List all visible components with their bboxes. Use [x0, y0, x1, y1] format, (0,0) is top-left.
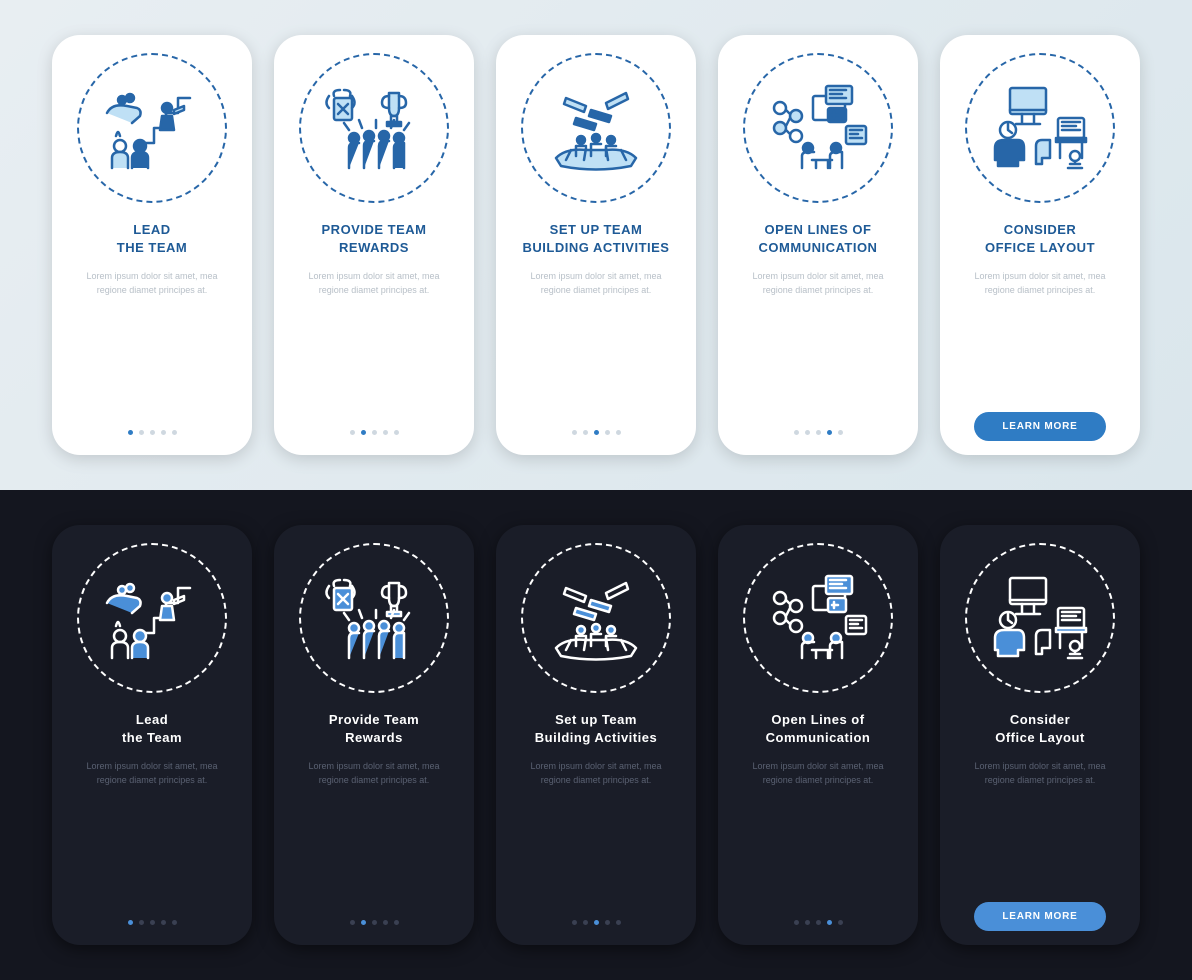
dot[interactable] — [161, 920, 166, 925]
light-theme-section: LEAD THE TEAM Lorem ipsum dolor sit amet… — [0, 0, 1192, 490]
dot[interactable] — [150, 920, 155, 925]
dot-active[interactable] — [594, 920, 599, 925]
screen-title: Open Lines of Communication — [766, 711, 871, 746]
dot[interactable] — [816, 430, 821, 435]
screen-description: Lorem ipsum dolor sit amet, mea regione … — [288, 270, 460, 297]
dot[interactable] — [583, 920, 588, 925]
dot[interactable] — [838, 920, 843, 925]
dot[interactable] — [150, 430, 155, 435]
pagination-dots — [128, 920, 177, 925]
lead-team-icon — [77, 543, 227, 693]
dot[interactable] — [350, 920, 355, 925]
screen-description: Lorem ipsum dolor sit amet, mea regione … — [732, 270, 904, 297]
dot-active[interactable] — [827, 920, 832, 925]
office-layout-icon — [965, 53, 1115, 203]
screen-description: Lorem ipsum dolor sit amet, mea regione … — [288, 760, 460, 787]
onboarding-screen-1: LEAD THE TEAM Lorem ipsum dolor sit amet… — [52, 35, 252, 455]
dot[interactable] — [583, 430, 588, 435]
communication-icon — [743, 53, 893, 203]
learn-more-button[interactable]: LEARN MORE — [974, 412, 1105, 441]
onboarding-screen-3: Set up Team Building Activities Lorem ip… — [496, 525, 696, 945]
screen-title: Consider Office Layout — [995, 711, 1085, 746]
lead-team-icon — [77, 53, 227, 203]
screen-description: Lorem ipsum dolor sit amet, mea regione … — [66, 270, 238, 297]
screen-description: Lorem ipsum dolor sit amet, mea regione … — [732, 760, 904, 787]
dot[interactable] — [794, 920, 799, 925]
dot[interactable] — [372, 430, 377, 435]
dot[interactable] — [805, 920, 810, 925]
dot[interactable] — [172, 430, 177, 435]
dot[interactable] — [616, 920, 621, 925]
onboarding-screen-4: OPEN LINES OF COMMUNICATION Lorem ipsum … — [718, 35, 918, 455]
dot-active[interactable] — [361, 920, 366, 925]
pagination-dots — [128, 430, 177, 435]
dot[interactable] — [350, 430, 355, 435]
team-building-icon — [521, 543, 671, 693]
onboarding-screen-2: PROVIDE TEAM REWARDS Lorem ipsum dolor s… — [274, 35, 474, 455]
dot[interactable] — [605, 430, 610, 435]
pagination-dots — [572, 920, 621, 925]
pagination-dots — [350, 430, 399, 435]
dot[interactable] — [572, 920, 577, 925]
dot-active[interactable] — [128, 920, 133, 925]
dot[interactable] — [605, 920, 610, 925]
office-layout-icon — [965, 543, 1115, 693]
pagination-dots — [350, 920, 399, 925]
dot[interactable] — [394, 430, 399, 435]
onboarding-screen-3: SET UP TEAM BUILDING ACTIVITIES Lorem ip… — [496, 35, 696, 455]
dot[interactable] — [805, 430, 810, 435]
dot-active[interactable] — [594, 430, 599, 435]
dot-active[interactable] — [361, 430, 366, 435]
dot-active[interactable] — [128, 430, 133, 435]
screen-title: Provide Team Rewards — [329, 711, 419, 746]
onboarding-screen-5: Consider Office Layout Lorem ipsum dolor… — [940, 525, 1140, 945]
team-rewards-icon — [299, 543, 449, 693]
dark-theme-section: Lead the Team Lorem ipsum dolor sit amet… — [0, 490, 1192, 980]
screen-description: Lorem ipsum dolor sit amet, mea regione … — [510, 760, 682, 787]
screen-description: Lorem ipsum dolor sit amet, mea regione … — [954, 760, 1126, 787]
screen-title: OPEN LINES OF COMMUNICATION — [759, 221, 878, 256]
dot[interactable] — [172, 920, 177, 925]
onboarding-screen-5: CONSIDER OFFICE LAYOUT Lorem ipsum dolor… — [940, 35, 1140, 455]
pagination-dots — [572, 430, 621, 435]
onboarding-screen-1: Lead the Team Lorem ipsum dolor sit amet… — [52, 525, 252, 945]
dot[interactable] — [394, 920, 399, 925]
dot[interactable] — [372, 920, 377, 925]
screen-description: Lorem ipsum dolor sit amet, mea regione … — [66, 760, 238, 787]
dot[interactable] — [816, 920, 821, 925]
screen-title: CONSIDER OFFICE LAYOUT — [985, 221, 1095, 256]
team-rewards-icon — [299, 53, 449, 203]
dot[interactable] — [616, 430, 621, 435]
screen-title: Set up Team Building Activities — [535, 711, 657, 746]
communication-icon — [743, 543, 893, 693]
onboarding-screen-2: Provide Team Rewards Lorem ipsum dolor s… — [274, 525, 474, 945]
dot[interactable] — [383, 920, 388, 925]
screen-description: Lorem ipsum dolor sit amet, mea regione … — [510, 270, 682, 297]
onboarding-screen-4: Open Lines of Communication Lorem ipsum … — [718, 525, 918, 945]
learn-more-button[interactable]: LEARN MORE — [974, 902, 1105, 931]
dot[interactable] — [838, 430, 843, 435]
dot[interactable] — [139, 430, 144, 435]
screen-description: Lorem ipsum dolor sit amet, mea regione … — [954, 270, 1126, 297]
pagination-dots — [794, 920, 843, 925]
screen-title: Lead the Team — [122, 711, 182, 746]
team-building-icon — [521, 53, 671, 203]
dot[interactable] — [161, 430, 166, 435]
dot[interactable] — [383, 430, 388, 435]
dot[interactable] — [794, 430, 799, 435]
screen-title: LEAD THE TEAM — [117, 221, 187, 256]
dot-active[interactable] — [827, 430, 832, 435]
dot[interactable] — [572, 430, 577, 435]
pagination-dots — [794, 430, 843, 435]
screen-title: SET UP TEAM BUILDING ACTIVITIES — [523, 221, 670, 256]
dot[interactable] — [139, 920, 144, 925]
screen-title: PROVIDE TEAM REWARDS — [322, 221, 427, 256]
